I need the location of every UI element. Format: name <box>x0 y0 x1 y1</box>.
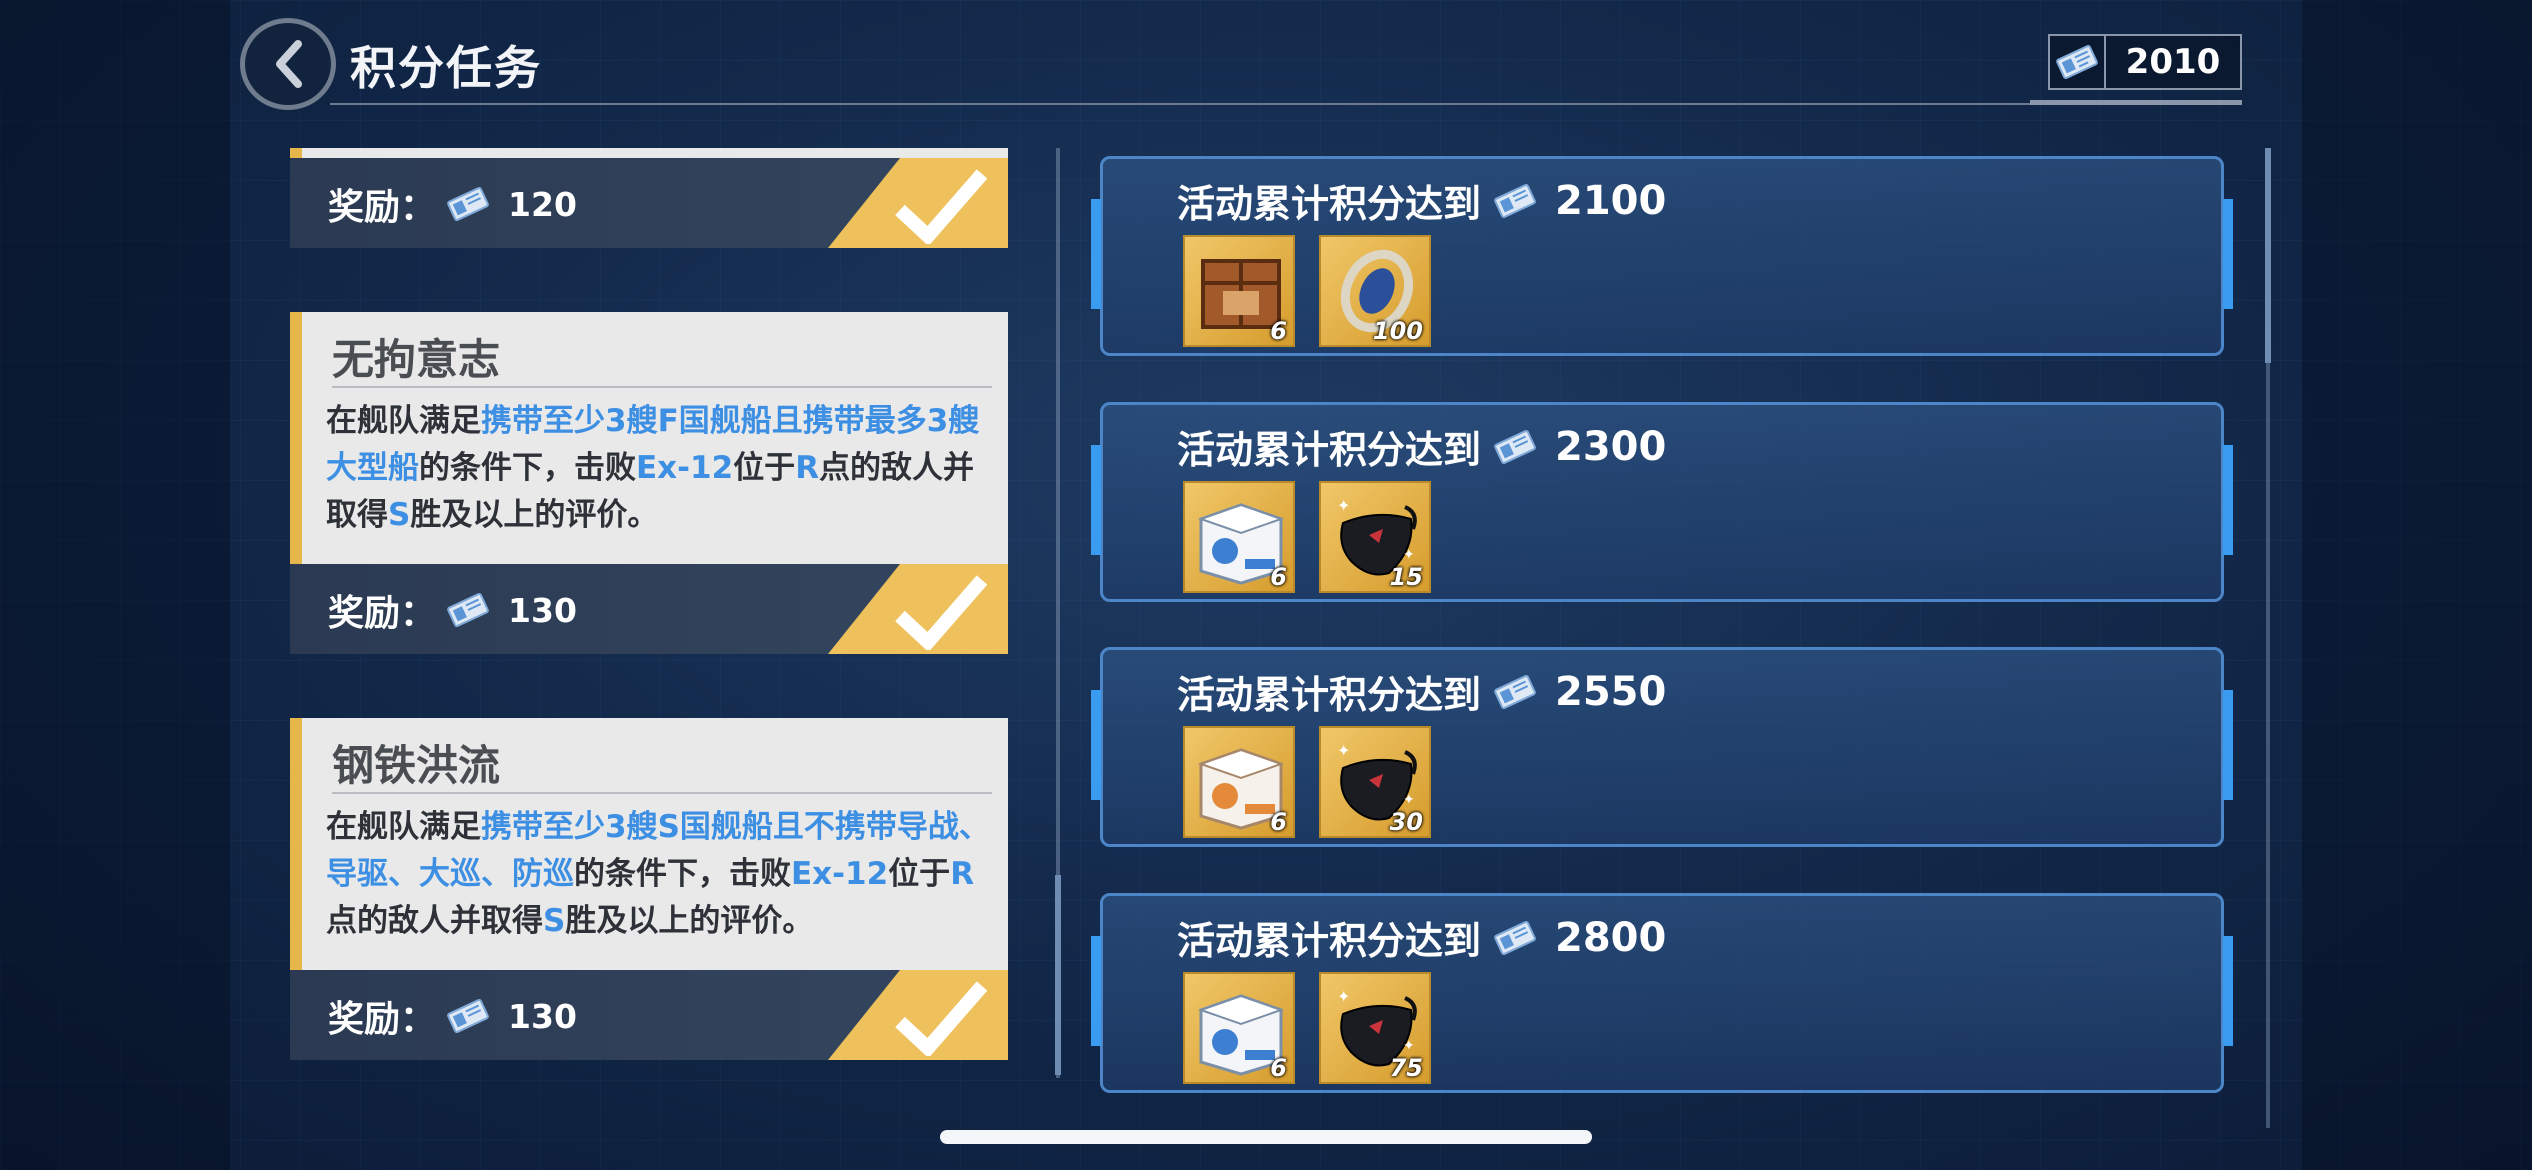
svg-text:✦: ✦ <box>1403 1038 1415 1054</box>
highlight-text: Ex-12 <box>791 856 889 892</box>
right-vignette <box>2302 0 2532 1170</box>
task-card: 无拘意志 在舰队满足携带至少3艘F国舰船且携带最多3艘大型船的条件下，击败Ex-… <box>290 312 1008 568</box>
task-name: 钢铁洪流 <box>332 741 501 790</box>
description-text: 位于 <box>888 856 951 892</box>
ticket-icon <box>1494 183 1536 218</box>
milestone-target: 2300 <box>1555 423 1667 470</box>
reward-value: 130 <box>508 996 577 1036</box>
description-text: 位于 <box>733 450 796 486</box>
reward-item[interactable]: 100 <box>1319 235 1431 347</box>
ticket-icon <box>2056 44 2098 80</box>
header-divider <box>330 103 2240 105</box>
page-title: 积分任务 <box>350 41 542 95</box>
ticket-icon <box>1494 674 1536 709</box>
milestone-card: 活动累计积分达到 2800 6 ✦ ✦ 75 <box>1091 893 2233 1093</box>
milestone-label: 活动累计积分达到 <box>1177 673 1482 717</box>
reward-item[interactable]: 6 <box>1183 726 1295 838</box>
reward-value: 130 <box>508 590 577 630</box>
ticket-icon <box>1494 429 1536 464</box>
description-text: 在舰队满足 <box>326 809 481 845</box>
task-list[interactable]: 奖励： 120 无拘意志 在舰队满足携带至少3艘F国舰船且携带最多3艘大型船的条… <box>290 148 1010 1078</box>
description-text: 的条件下，击败 <box>419 450 636 486</box>
item-quantity: 6 <box>1270 1054 1287 1082</box>
milestone-title: 活动累计积分达到 2300 <box>1177 419 1666 474</box>
highlight-text: R <box>795 450 820 486</box>
svg-text:✦: ✦ <box>1337 741 1350 760</box>
milestone-target: 2100 <box>1555 177 1667 224</box>
task-divider <box>332 386 992 388</box>
highlight-text: S <box>543 903 566 939</box>
item-quantity: 15 <box>1389 563 1423 591</box>
task-reward-bar: 奖励： 130 <box>290 970 1008 1060</box>
back-button[interactable] <box>240 18 336 110</box>
task-name: 无拘意志 <box>332 335 501 384</box>
milestone-card: 活动累计积分达到 2100 6 100 <box>1091 156 2233 356</box>
highlight-text: S <box>388 497 411 533</box>
checkmark-icon <box>895 575 988 650</box>
milestone-label: 活动累计积分达到 <box>1177 428 1482 472</box>
reward-label: 奖励： <box>328 999 437 1040</box>
checkmark-icon <box>895 981 988 1056</box>
milestone-scroll-thumb[interactable] <box>2265 148 2271 363</box>
item-quantity: 30 <box>1389 808 1423 836</box>
task-description: 在舰队满足携带至少3艘F国舰船且携带最多3艘大型船的条件下，击败Ex-12位于R… <box>326 398 996 539</box>
completed-badge <box>828 970 1008 1060</box>
svg-text:✦: ✦ <box>1403 792 1415 808</box>
chevron-left-icon <box>276 40 302 88</box>
completed-badge <box>828 564 1008 654</box>
milestone-title: 活动累计积分达到 2800 <box>1177 910 1666 965</box>
ticket-icon <box>447 998 489 1034</box>
item-quantity: 6 <box>1270 563 1287 591</box>
reward-item[interactable]: ✦ ✦ 15 <box>1319 481 1431 593</box>
milestone-title: 活动累计积分达到 2100 <box>1177 173 1666 228</box>
reward-value: 120 <box>508 184 577 224</box>
milestone-card: 活动累计积分达到 2550 6 ✦ ✦ 30 <box>1091 647 2233 847</box>
task-description: 在舰队满足携带至少3艘S国舰船且不携带导战、导驱、大巡、防巡的条件下，击败Ex-… <box>326 804 996 945</box>
reward-label: 奖励： <box>328 593 437 634</box>
points-value: 2010 <box>2125 42 2221 82</box>
item-quantity: 75 <box>1389 1054 1423 1082</box>
svg-text:✦: ✦ <box>1337 496 1350 515</box>
points-counter: 2010 <box>2048 34 2242 90</box>
milestone-target: 2800 <box>1555 914 1667 961</box>
reward-item[interactable]: ✦ ✦ 30 <box>1319 726 1431 838</box>
description-text: 胜及以上的评价。 <box>410 497 659 533</box>
task-reward-bar: 奖励： 120 <box>290 158 1008 248</box>
ticket-icon <box>447 592 489 628</box>
milestone-label: 活动累计积分达到 <box>1177 182 1482 226</box>
reward-item[interactable]: 6 <box>1183 972 1295 1084</box>
milestone-title: 活动累计积分达到 2550 <box>1177 664 1666 719</box>
task-card-partial <box>290 148 1008 158</box>
milestone-target: 2550 <box>1555 668 1667 715</box>
highlight-text: R <box>950 856 975 892</box>
reward-item[interactable]: 6 <box>1183 481 1295 593</box>
highlight-text: Ex-12 <box>636 450 734 486</box>
description-text: 点的敌人并取得 <box>326 903 543 939</box>
ticket-icon <box>447 186 489 222</box>
completed-badge <box>828 158 1008 248</box>
description-text: 的条件下，击败 <box>574 856 791 892</box>
description-text: 胜及以上的评价。 <box>565 903 814 939</box>
task-card: 钢铁洪流 在舰队满足携带至少3艘S国舰船且不携带导战、导驱、大巡、防巡的条件下，… <box>290 718 1008 974</box>
points-underline <box>2030 100 2242 105</box>
task-divider <box>332 792 992 794</box>
ticket-icon <box>1494 920 1536 955</box>
left-vignette <box>0 0 230 1170</box>
description-text: 在舰队满足 <box>326 403 481 439</box>
item-quantity: 100 <box>1372 317 1423 345</box>
svg-text:✦: ✦ <box>1337 987 1350 1006</box>
item-quantity: 6 <box>1270 808 1287 836</box>
reward-item[interactable]: 6 <box>1183 235 1295 347</box>
milestone-label: 活动累计积分达到 <box>1177 919 1482 963</box>
item-quantity: 6 <box>1270 317 1287 345</box>
reward-item[interactable]: ✦ ✦ 75 <box>1319 972 1431 1084</box>
reward-label: 奖励： <box>328 187 437 228</box>
task-reward-bar: 奖励： 130 <box>290 564 1008 654</box>
checkmark-icon <box>895 169 988 244</box>
home-indicator[interactable] <box>940 1130 1592 1144</box>
task-scroll-thumb[interactable] <box>1055 875 1061 1075</box>
milestone-card: 活动累计积分达到 2300 6 ✦ ✦ 15 <box>1091 402 2233 602</box>
svg-text:✦: ✦ <box>1403 547 1415 563</box>
